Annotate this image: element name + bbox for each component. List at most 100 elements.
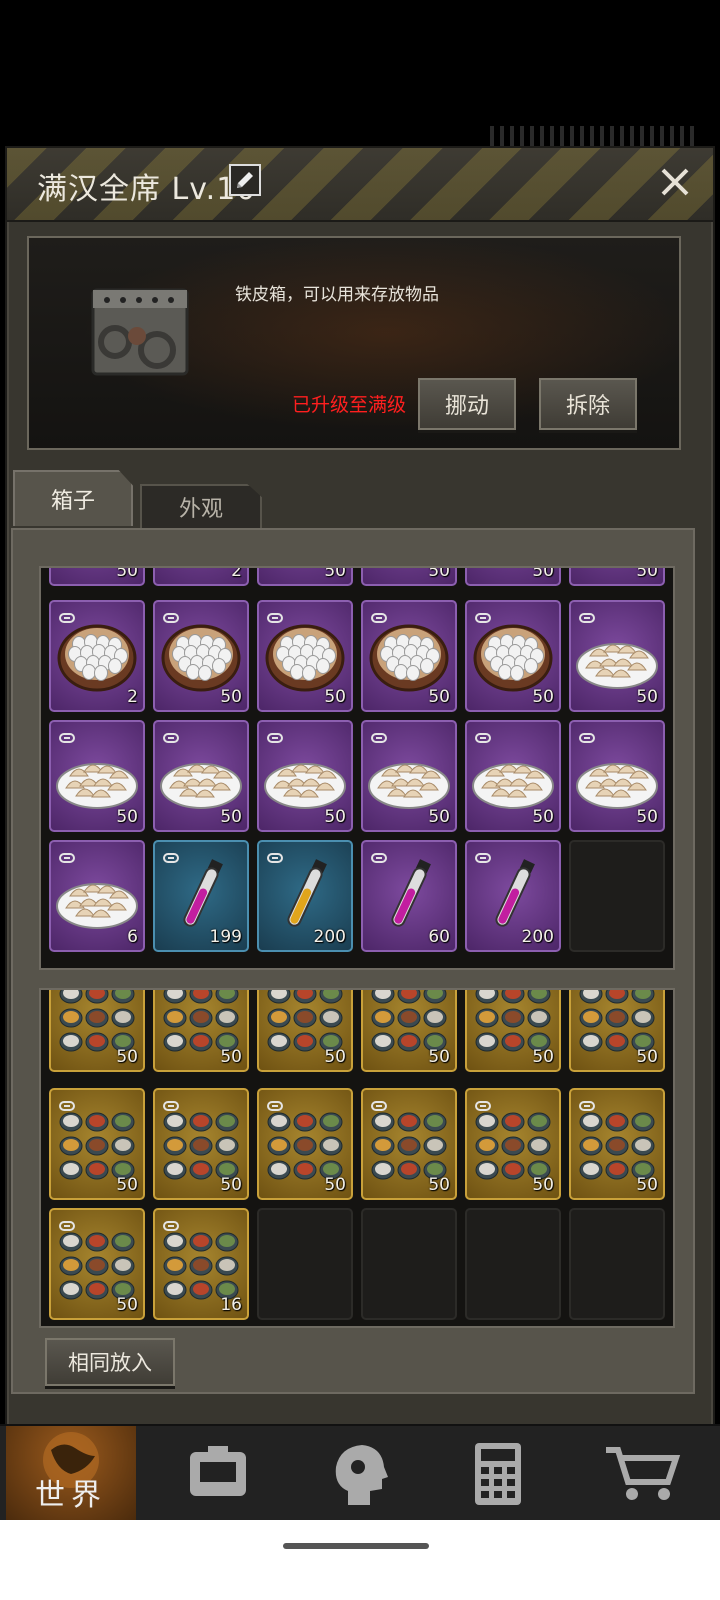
item-slot[interactable]: 50 (465, 990, 561, 1072)
bound-link-icon (163, 848, 179, 863)
item-slot[interactable]: 50 (49, 566, 145, 586)
item-slot[interactable]: 2 (153, 566, 249, 586)
bound-link-icon (579, 728, 595, 743)
empty-slot[interactable] (257, 1208, 353, 1320)
nav-world-label: 世界 (35, 1478, 107, 1513)
iron-box-icon (91, 288, 189, 376)
tab-appearance[interactable]: 外观 (140, 484, 262, 528)
item-slot[interactable]: 50 (257, 566, 353, 586)
item-slot[interactable]: 50 (257, 600, 353, 712)
item-slot[interactable]: 50 (257, 720, 353, 832)
bound-link-icon (579, 608, 595, 623)
edit-name-button[interactable] (229, 164, 261, 196)
item-slot[interactable]: 50 (361, 600, 457, 712)
item-slot[interactable]: 50 (257, 990, 353, 1072)
item-quantity: 50 (116, 566, 138, 581)
nav-crafting[interactable] (430, 1426, 566, 1522)
empty-slot[interactable] (465, 1208, 561, 1320)
item-quantity: 2 (231, 566, 242, 581)
item-quantity: 6 (127, 927, 138, 947)
item-slot[interactable]: 50 (361, 568, 457, 586)
storage-panel: 满汉全席 Lv.10 铁皮箱，可以用来存放物品 已升级至满级 挪动 拆除 箱子 … (5, 146, 715, 1456)
put-same-button[interactable]: 相同放入 (45, 1338, 175, 1386)
move-button[interactable]: 挪动 (418, 378, 516, 430)
item-quantity: 50 (324, 566, 346, 581)
nav-backpack[interactable] (150, 1426, 286, 1522)
item-quantity: 50 (636, 1047, 658, 1067)
bound-link-icon (475, 608, 491, 623)
item-slot[interactable]: 50 (153, 600, 249, 712)
item-quantity: 50 (532, 807, 554, 827)
item-slot[interactable]: 50 (49, 1088, 145, 1200)
item-slot[interactable]: 50 (361, 1088, 457, 1200)
item-slot[interactable]: 50 (49, 1208, 145, 1320)
pencil-icon (237, 172, 253, 188)
item-slot[interactable]: 50 (153, 990, 249, 1072)
item-slot[interactable]: 50 (569, 990, 665, 1072)
item-slot[interactable]: 6 (49, 840, 145, 952)
item-slot[interactable]: 50 (569, 568, 665, 586)
item-slot[interactable]: 50 (153, 720, 249, 832)
item-slot[interactable]: 50 (465, 568, 561, 586)
inventory-grid[interactable]: 50 50 50 50 50 50 50 50 50 50 50 50 50 16 (39, 988, 675, 1328)
item-quantity: 50 (636, 1175, 658, 1195)
item-description: 铁皮箱，可以用来存放物品 (235, 285, 439, 305)
storage-grid[interactable]: 50 2 50 50 50 50 2 50 50 50 50 50 50 50 50 50 50 50 6 199 20… (39, 566, 675, 970)
bound-link-icon (371, 728, 387, 743)
bound-link-icon (475, 848, 491, 863)
backpack-icon (190, 1446, 246, 1496)
item-slot[interactable]: 199 (153, 840, 249, 952)
bound-link-icon (59, 608, 75, 623)
item-slot[interactable]: 200 (257, 840, 353, 952)
item-quantity: 50 (220, 1175, 242, 1195)
empty-slot[interactable] (361, 1208, 457, 1320)
nav-world[interactable]: 世界 (6, 1426, 136, 1522)
bound-link-icon (163, 728, 179, 743)
item-quantity: 200 (313, 927, 346, 947)
panel-header: 满汉全席 Lv.10 (7, 148, 713, 222)
item-slot[interactable]: 50 (49, 990, 145, 1072)
item-slot[interactable]: 60 (361, 840, 457, 952)
item-quantity: 50 (532, 1047, 554, 1067)
item-slot[interactable]: 50 (569, 720, 665, 832)
item-slot[interactable]: 50 (153, 1088, 249, 1200)
empty-slot[interactable] (569, 1208, 665, 1320)
item-slot[interactable]: 50 (257, 1088, 353, 1200)
item-quantity: 50 (428, 1047, 450, 1067)
item-quantity: 50 (324, 1175, 346, 1195)
item-slot[interactable]: 50 (465, 1088, 561, 1200)
close-button[interactable] (653, 160, 697, 204)
item-slot[interactable]: 50 (49, 720, 145, 832)
cart-icon (606, 1447, 681, 1500)
item-quantity: 50 (428, 1175, 450, 1195)
bound-link-icon (163, 608, 179, 623)
item-slot[interactable]: 50 (569, 600, 665, 712)
head-icon (335, 1445, 388, 1505)
bound-link-icon (579, 1096, 595, 1111)
tab-box[interactable]: 箱子 (13, 470, 133, 526)
bound-link-icon (267, 728, 283, 743)
item-quantity: 50 (428, 807, 450, 827)
item-slot[interactable]: 200 (465, 840, 561, 952)
home-indicator[interactable] (283, 1543, 429, 1549)
remove-button[interactable]: 拆除 (539, 378, 637, 430)
item-slot[interactable]: 16 (153, 1208, 249, 1320)
bottom-nav: 世界 (0, 1424, 720, 1522)
nav-character[interactable] (290, 1426, 426, 1522)
nav-shop[interactable] (574, 1426, 710, 1522)
bound-link-icon (371, 1096, 387, 1111)
item-slot[interactable]: 2 (49, 600, 145, 712)
item-slot[interactable]: 50 (361, 720, 457, 832)
bound-link-icon (59, 1216, 75, 1231)
item-quantity: 199 (209, 927, 242, 947)
bound-link-icon (267, 1096, 283, 1111)
item-quantity: 60 (428, 927, 450, 947)
item-slot[interactable]: 50 (361, 990, 457, 1072)
item-slot[interactable]: 50 (465, 720, 561, 832)
item-quantity: 16 (220, 1295, 242, 1315)
empty-slot[interactable] (569, 840, 665, 952)
item-slot[interactable]: 50 (465, 600, 561, 712)
item-quantity: 50 (532, 687, 554, 707)
item-quantity: 50 (220, 1047, 242, 1067)
item-slot[interactable]: 50 (569, 1088, 665, 1200)
